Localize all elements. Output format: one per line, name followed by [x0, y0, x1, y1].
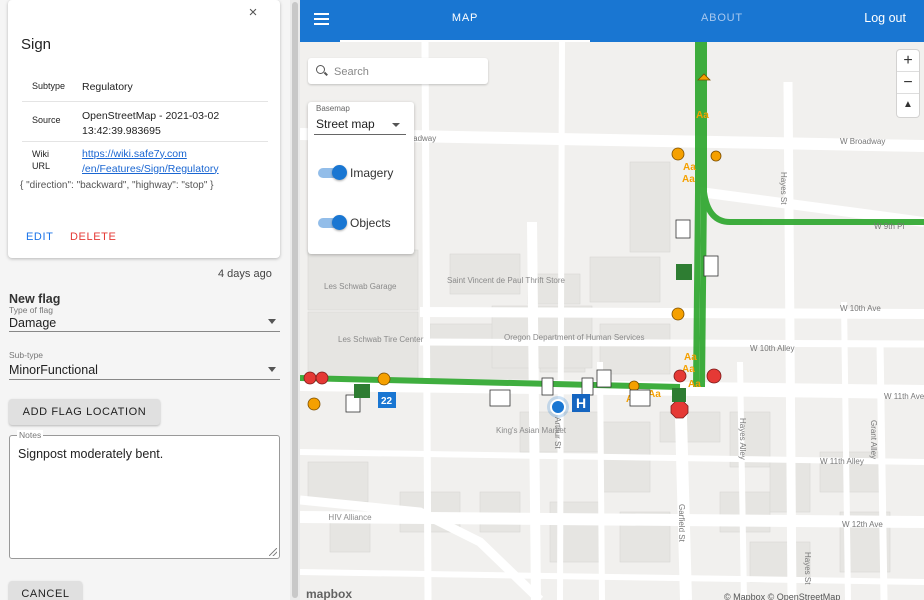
zoom-controls: + − ▲: [897, 50, 919, 117]
menu-icon[interactable]: [314, 13, 329, 25]
sign-marker: [303, 371, 317, 385]
attribute-key: Source: [22, 101, 82, 142]
objects-label: Objects: [350, 216, 391, 230]
properties-json: { "direction": "backward", "highway": "s…: [20, 180, 214, 191]
attribute-value: Regulatory: [82, 74, 268, 102]
resize-grip-icon[interactable]: [269, 548, 277, 556]
sign-marker: Aa: [682, 174, 695, 185]
cancel-button[interactable]: CANCEL: [9, 581, 82, 600]
edit-button[interactable]: EDIT: [26, 231, 53, 243]
sign-marker: [703, 255, 719, 277]
sign-marker: Aa: [683, 162, 696, 173]
sign-marker: Aa: [688, 379, 701, 390]
chevron-down-icon[interactable]: [392, 123, 400, 127]
attribute-table: Subtype Regulatory Source OpenStreetMap …: [22, 74, 268, 177]
sign-marker: [671, 147, 685, 161]
chevron-down-icon[interactable]: [268, 367, 276, 372]
search-icon: [316, 65, 325, 74]
objects-toggle[interactable]: [318, 215, 347, 230]
sign-marker: [672, 388, 686, 402]
search-placeholder[interactable]: Search: [334, 66, 369, 78]
notes-textarea[interactable]: Notes Signpost moderately bent.: [9, 430, 280, 559]
timestamp: 4 days ago: [218, 268, 272, 280]
close-icon[interactable]: ×: [244, 4, 262, 22]
source-line-2: 13:42:39.983695: [82, 124, 161, 137]
map-attribution[interactable]: © Mapbox © OpenStreetMap: [724, 592, 840, 600]
sign-marker: [629, 389, 651, 407]
app-header: MAP ABOUT Log out: [300, 0, 924, 42]
sign-marker: [581, 377, 594, 396]
flag-type-select[interactable]: Type of flag Damage: [9, 302, 280, 332]
wiki-link[interactable]: https://wiki.safe7y.com /en/Features/Sig…: [82, 148, 219, 175]
left-panel-scrollbar[interactable]: [290, 0, 300, 600]
svg-text:22: 22: [381, 396, 393, 407]
subtype-label: Sub-type: [9, 350, 44, 360]
app-window: × Sign Subtype Regulatory Source OpenStr…: [0, 0, 924, 600]
tab-map-label[interactable]: MAP: [452, 12, 478, 24]
chevron-down-icon[interactable]: [268, 319, 276, 324]
feature-title: Sign: [21, 36, 52, 53]
stop-sign-marker: [670, 400, 689, 419]
logout-button[interactable]: Log out: [864, 11, 906, 25]
tab-map[interactable]: MAP: [340, 0, 590, 42]
sign-marker: [596, 369, 612, 388]
zoom-out-button[interactable]: −: [897, 72, 919, 94]
attribute-row-source: Source OpenStreetMap - 2021-03-02 13:42:…: [22, 101, 268, 142]
sign-marker: [676, 264, 692, 280]
key-line-2: URL: [32, 160, 51, 171]
sign-marker: [697, 73, 711, 81]
notes-value[interactable]: Signpost moderately bent.: [18, 447, 163, 461]
sign-marker: [628, 380, 640, 392]
left-panel: × Sign Subtype Regulatory Source OpenStr…: [0, 0, 290, 600]
basemap-value[interactable]: Street map: [316, 117, 375, 131]
flag-type-label: Type of flag: [9, 305, 53, 315]
sign-marker: [354, 384, 370, 398]
zoom-in-button[interactable]: +: [897, 50, 919, 72]
sign-marker: [307, 397, 321, 411]
layers-panel: Basemap Street map Imagery Objects: [308, 102, 414, 254]
basemap-label: Basemap: [316, 104, 350, 113]
svg-text:H: H: [576, 395, 586, 411]
key-line-1: Wiki: [32, 148, 49, 159]
attribute-key: Wiki URL: [22, 141, 82, 177]
scrollbar-thumb[interactable]: [292, 2, 298, 598]
sign-marker: Aa: [696, 110, 709, 121]
sign-marker: [671, 307, 685, 321]
mapbox-logo[interactable]: mapbox: [306, 587, 352, 600]
subtype-select[interactable]: Sub-type MinorFunctional: [9, 348, 280, 380]
attribute-row-wiki: Wiki URL https://wiki.safe7y.com /en/Fea…: [22, 141, 268, 177]
flag-type-value[interactable]: Damage: [9, 316, 56, 330]
imagery-label: Imagery: [350, 166, 394, 180]
source-line-1: OpenStreetMap - 2021-03-02: [82, 109, 220, 122]
wiki-link-line-1[interactable]: https://wiki.safe7y.com: [82, 148, 187, 160]
attribute-value: https://wiki.safe7y.com /en/Features/Sig…: [82, 141, 268, 177]
sign-marker: [489, 389, 511, 407]
attribute-key: Subtype: [22, 74, 82, 102]
sign-marker: [541, 377, 554, 396]
sign-marker: [673, 369, 687, 383]
map-canvas[interactable]: roadway W Broadway W 9th Pl W 10th Ave W…: [300, 42, 924, 600]
notes-label: Notes: [17, 430, 44, 440]
wiki-link-line-2[interactable]: /en/Features/Sign/Regulatory: [82, 163, 219, 175]
feature-card: × Sign Subtype Regulatory Source OpenStr…: [8, 0, 280, 258]
sign-marker: [315, 371, 329, 385]
sign-marker: Aa: [684, 352, 697, 363]
imagery-toggle[interactable]: [318, 165, 347, 180]
sign-marker: [706, 368, 722, 384]
delete-button[interactable]: DELETE: [70, 231, 116, 243]
sign-marker: [377, 372, 391, 386]
tab-about[interactable]: ABOUT: [600, 0, 844, 42]
compass-button[interactable]: ▲: [897, 94, 919, 116]
attribute-value: OpenStreetMap - 2021-03-02 13:42:39.9836…: [82, 101, 268, 142]
subtype-value[interactable]: MinorFunctional: [9, 363, 98, 377]
attribute-row-subtype: Subtype Regulatory: [22, 74, 268, 102]
sign-marker: [675, 219, 691, 239]
add-flag-location-button[interactable]: ADD FLAG LOCATION: [9, 399, 160, 425]
map-search[interactable]: Search: [308, 58, 488, 84]
sign-marker: [710, 150, 722, 162]
